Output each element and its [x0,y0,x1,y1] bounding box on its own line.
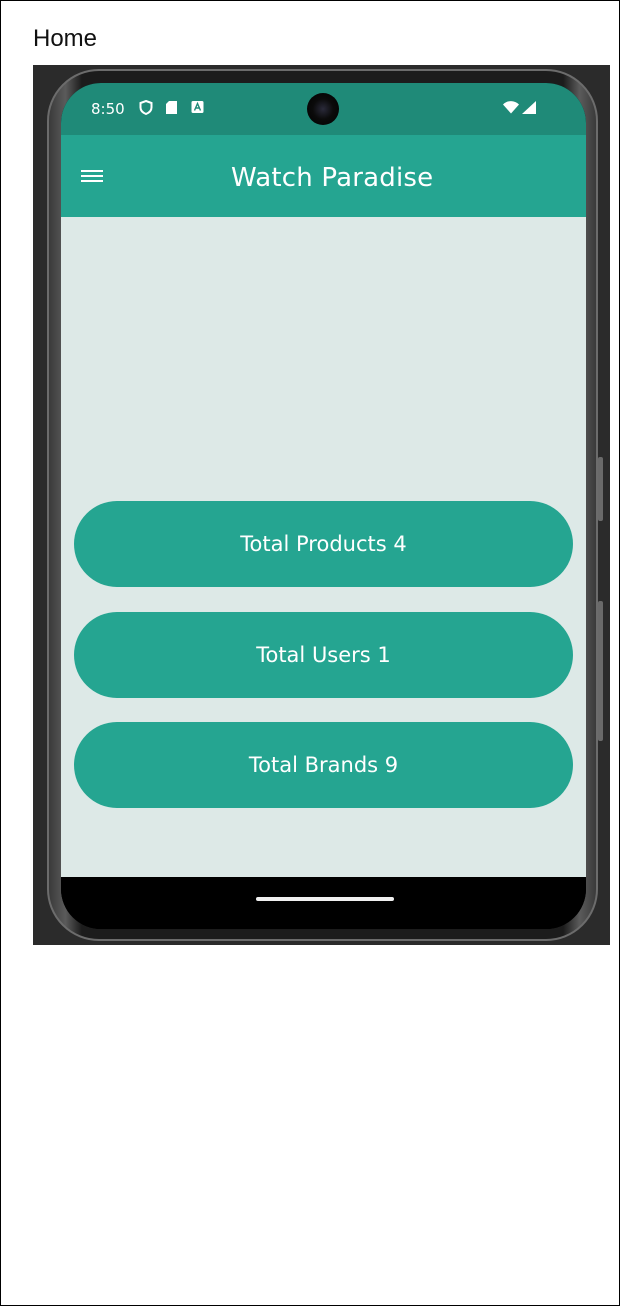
main-content: Total Products 4 Total Users 1 Total Bra… [61,217,586,877]
menu-button[interactable] [77,161,107,191]
total-products-button[interactable]: Total Products 4 [74,501,573,587]
app-title: Watch Paradise [231,163,434,193]
front-camera [307,93,339,125]
total-brands-button[interactable]: Total Brands 9 [74,722,573,808]
phone-screen: 8:50 Watch Paradise Total Products 4 Tot… [61,83,586,929]
menu-icon [81,170,103,182]
signal-icon [522,101,536,115]
phone-screen-bezel: 8:50 Watch Paradise Total Products 4 Tot… [61,83,586,929]
volume-button [598,601,603,741]
phone-frame: 8:50 Watch Paradise Total Products 4 Tot… [47,69,603,941]
keyboard-icon [191,100,204,114]
sd-card-icon [165,100,178,114]
home-indicator[interactable] [256,897,394,901]
status-time: 8:50 [91,100,125,118]
power-button [598,457,603,521]
shield-icon [139,99,153,116]
total-users-button[interactable]: Total Users 1 [74,612,573,698]
status-bar: 8:50 [61,83,586,135]
document-title: Home [33,25,98,52]
page-frame: Home 8:50 Watch Paradise Total Products … [0,0,620,1306]
app-bar: Watch Paradise [61,135,586,217]
device-area: 8:50 Watch Paradise Total Products 4 Tot… [33,65,610,945]
wifi-icon [503,101,519,115]
navigation-bar [61,877,586,929]
